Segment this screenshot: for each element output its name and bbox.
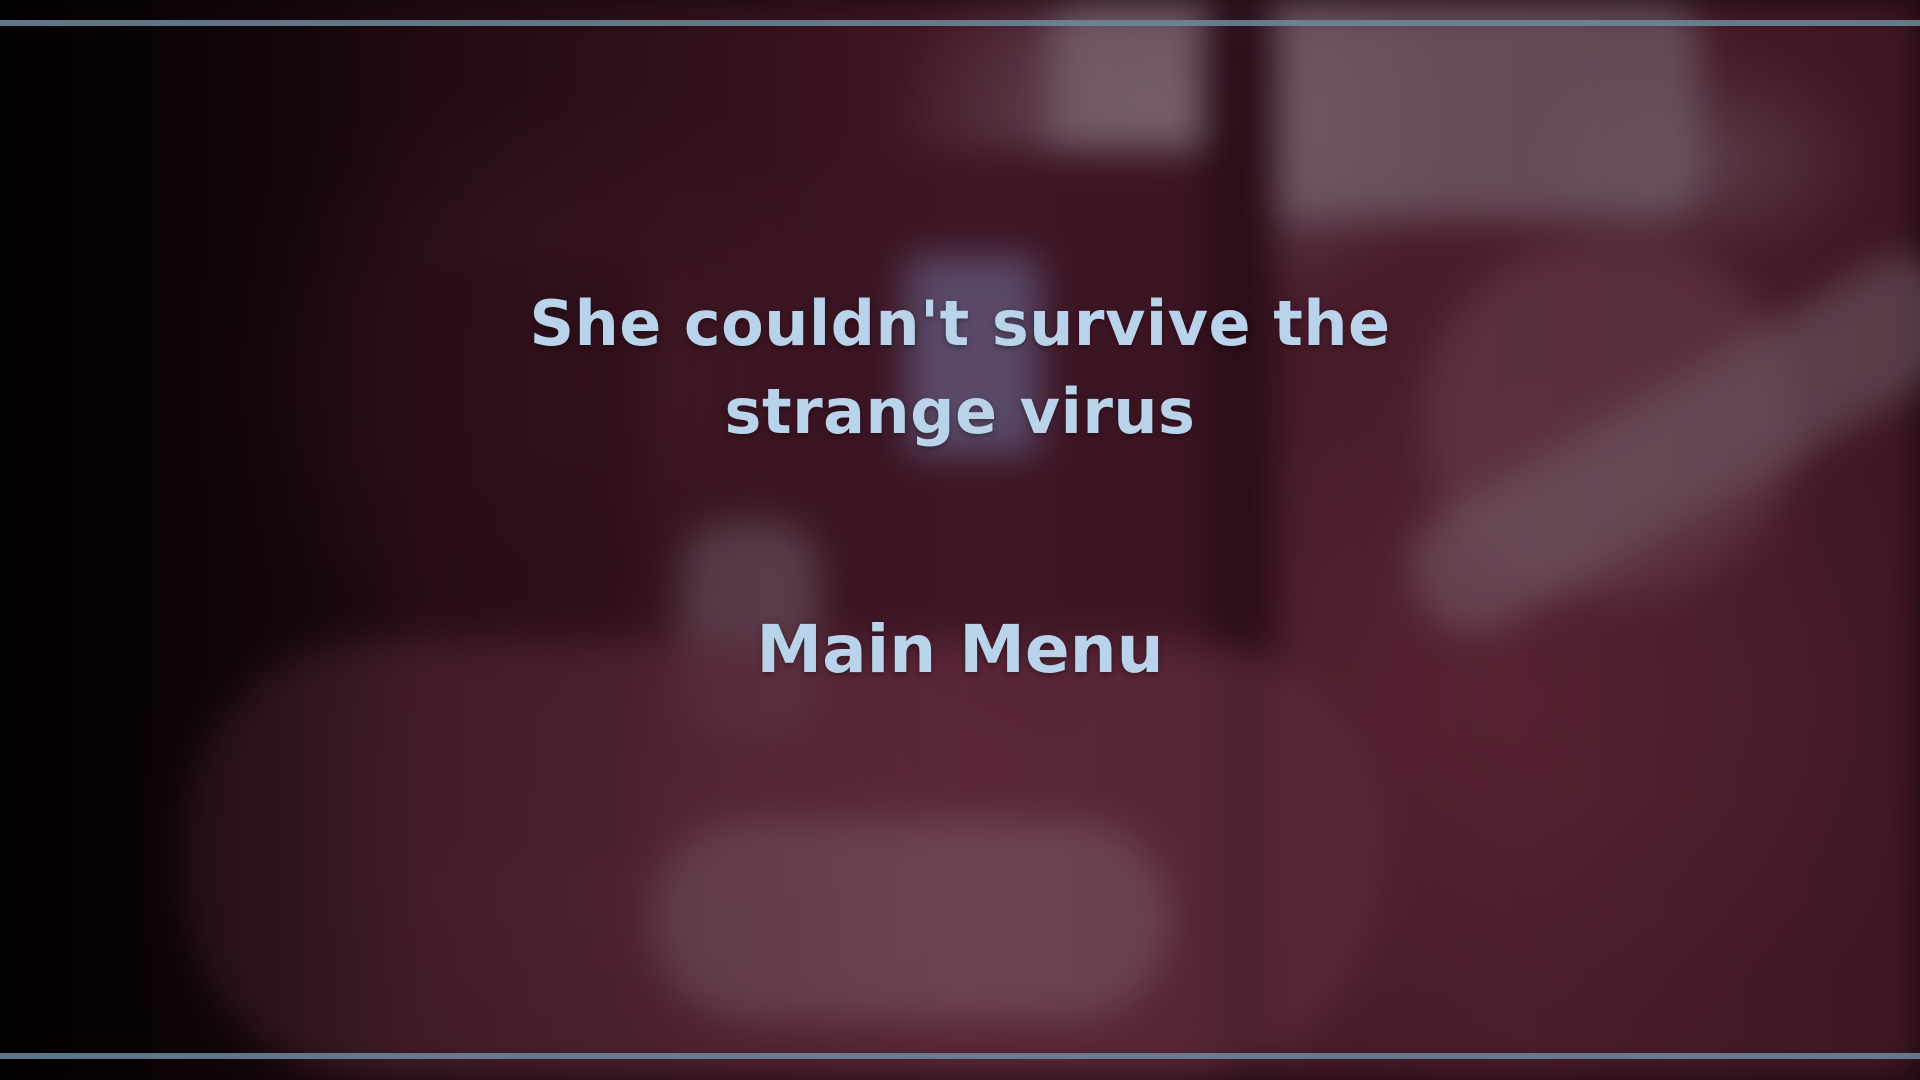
dark-overlay bbox=[0, 0, 1920, 1080]
main-menu-button[interactable]: Main Menu bbox=[700, 605, 1220, 695]
top-frame-line bbox=[0, 20, 1920, 26]
message-line-1: She couldn't survive the bbox=[529, 287, 1391, 360]
game-over-message: She couldn't survive the strange virus bbox=[460, 280, 1460, 456]
message-line-2: strange virus bbox=[724, 375, 1196, 448]
bottom-frame-line bbox=[0, 1053, 1920, 1059]
game-over-screen: She couldn't survive the strange virus M… bbox=[0, 0, 1920, 1080]
